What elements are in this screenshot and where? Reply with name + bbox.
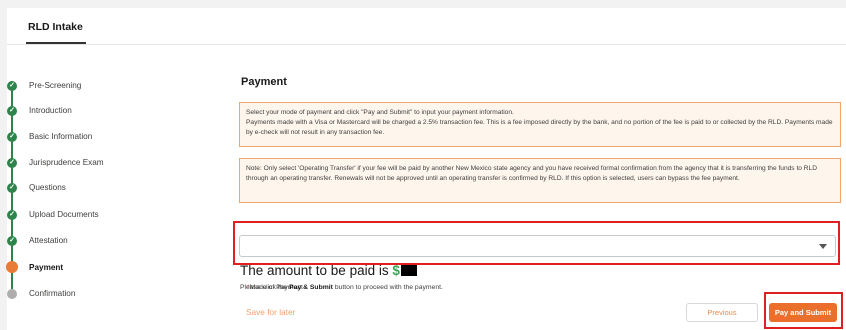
instruction-before: Please click the xyxy=(240,284,288,291)
step-label: Confirmation xyxy=(29,289,76,298)
step-label: Introduction xyxy=(29,106,72,115)
previous-button[interactable]: Previous xyxy=(686,303,758,322)
step-jurisprudence-exam[interactable]: ✓ Jurisprudence Exam xyxy=(7,157,207,171)
step-payment[interactable]: Payment xyxy=(6,261,207,276)
operating-transfer-notice: Note: Only select 'Operating Transfer' i… xyxy=(239,158,841,203)
notice-text: Note: Only select 'Operating Transfer' i… xyxy=(246,165,817,182)
check-icon: ✓ xyxy=(7,210,17,220)
intake-card: RLD Intake ✓ Pre-Screening ✓ Introductio… xyxy=(6,8,846,330)
tab-rld-intake[interactable]: RLD Intake xyxy=(26,22,86,44)
pending-step-dot-icon xyxy=(7,289,17,299)
save-for-later-link[interactable]: Save for later xyxy=(246,307,295,318)
pay-highlight-box xyxy=(764,292,843,329)
step-introduction[interactable]: ✓ Introduction xyxy=(7,105,207,119)
step-label: Basic Information xyxy=(29,132,93,141)
step-basic-information[interactable]: ✓ Basic Information xyxy=(7,131,207,145)
tab-bar: RLD Intake xyxy=(7,8,846,45)
check-icon: ✓ xyxy=(7,183,17,193)
step-upload-documents[interactable]: ✓ Upload Documents xyxy=(7,209,207,223)
payment-info-notice: Select your mode of payment and click "P… xyxy=(239,102,841,147)
mode-of-payment-select[interactable] xyxy=(239,235,836,257)
current-step-dot-icon xyxy=(6,261,18,273)
check-icon: ✓ xyxy=(7,158,17,168)
step-label: Questions xyxy=(29,183,66,192)
check-icon: ✓ xyxy=(7,81,17,91)
step-questions[interactable]: ✓ Questions xyxy=(7,182,207,196)
chevron-down-icon xyxy=(819,244,827,249)
amount-due: The amount to be paid is $ xyxy=(240,263,417,279)
amount-text: The amount to be paid is xyxy=(240,263,389,278)
step-pre-screening[interactable]: ✓ Pre-Screening xyxy=(7,80,207,94)
currency-symbol: $ xyxy=(392,263,400,278)
notice-line: Select your mode of payment and click "P… xyxy=(246,109,514,116)
step-label: Pre-Screening xyxy=(29,81,82,90)
step-label: Payment xyxy=(29,263,64,272)
step-confirmation[interactable]: Confirmation xyxy=(7,288,207,302)
notice-line: Payments made with a Visa or Mastercard … xyxy=(246,119,833,136)
step-label: Upload Documents xyxy=(29,210,99,219)
pay-instruction: Please click the Pay & Submit button to … xyxy=(240,283,443,292)
check-icon: ✓ xyxy=(7,132,17,142)
progress-steps: ✓ Pre-Screening ✓ Introduction ✓ Basic I… xyxy=(6,60,227,310)
redacted-amount xyxy=(400,265,417,276)
instruction-bold: Pay & Submit xyxy=(289,284,333,291)
check-icon: ✓ xyxy=(7,236,17,246)
page-title: Payment xyxy=(241,76,287,88)
step-label: Jurisprudence Exam xyxy=(29,158,104,167)
instruction-after: button to proceed with the payment. xyxy=(334,284,443,291)
step-attestation[interactable]: ✓ Attestation xyxy=(7,235,207,249)
check-icon: ✓ xyxy=(7,106,17,116)
step-label: Attestation xyxy=(29,236,68,245)
